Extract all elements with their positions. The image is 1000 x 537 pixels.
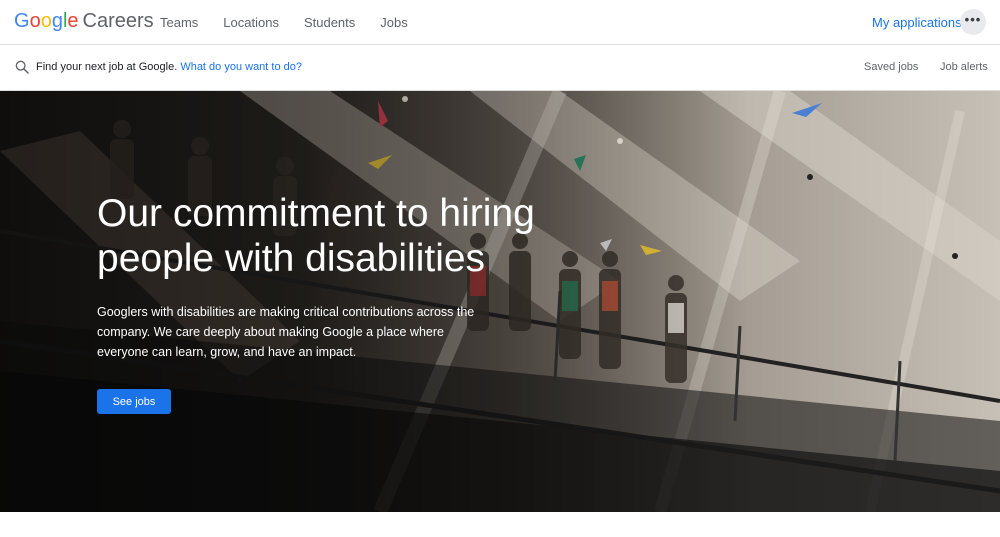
search-icon: [15, 60, 29, 74]
saved-jobs-link[interactable]: Saved jobs: [864, 61, 918, 73]
search-input[interactable]: Find your next job at Google. What do yo…: [36, 61, 302, 73]
google-careers-logo[interactable]: Google Careers: [14, 9, 154, 33]
search-prompt: What do you want to do?: [180, 61, 302, 73]
logo-letter: G: [14, 10, 30, 32]
search-lead-text: Find your next job at Google.: [36, 61, 178, 73]
hero-title: Our commitment to hiring people with dis…: [97, 192, 535, 280]
hero-description: Googlers with disabilities are making cr…: [97, 305, 475, 359]
more-horizontal-icon: •••: [964, 12, 982, 27]
logo-letter: o: [40, 10, 52, 32]
more-options-button[interactable]: •••: [960, 9, 986, 35]
logo-letter: o: [29, 10, 41, 32]
logo-letter: e: [67, 10, 79, 32]
top-navigation: Google Careers Teams Locations Students J…: [0, 0, 1000, 45]
nav-jobs[interactable]: Jobs: [380, 15, 407, 30]
job-search-bar[interactable]: Find your next job at Google. What do yo…: [0, 45, 1000, 91]
logo-letter: g: [51, 10, 63, 32]
main-nav: Teams Locations Students Jobs: [160, 15, 433, 30]
job-alerts-link[interactable]: Job alerts: [940, 61, 988, 73]
hero-banner: Our commitment to hiring people with dis…: [0, 91, 1000, 512]
see-jobs-button[interactable]: See jobs: [97, 389, 171, 414]
nav-locations[interactable]: Locations: [223, 15, 279, 30]
logo-suffix: Careers: [82, 10, 154, 32]
content-below-hero: [0, 512, 1000, 537]
my-applications-link[interactable]: My applications: [872, 15, 962, 30]
nav-students[interactable]: Students: [304, 15, 355, 30]
nav-teams[interactable]: Teams: [160, 15, 198, 30]
